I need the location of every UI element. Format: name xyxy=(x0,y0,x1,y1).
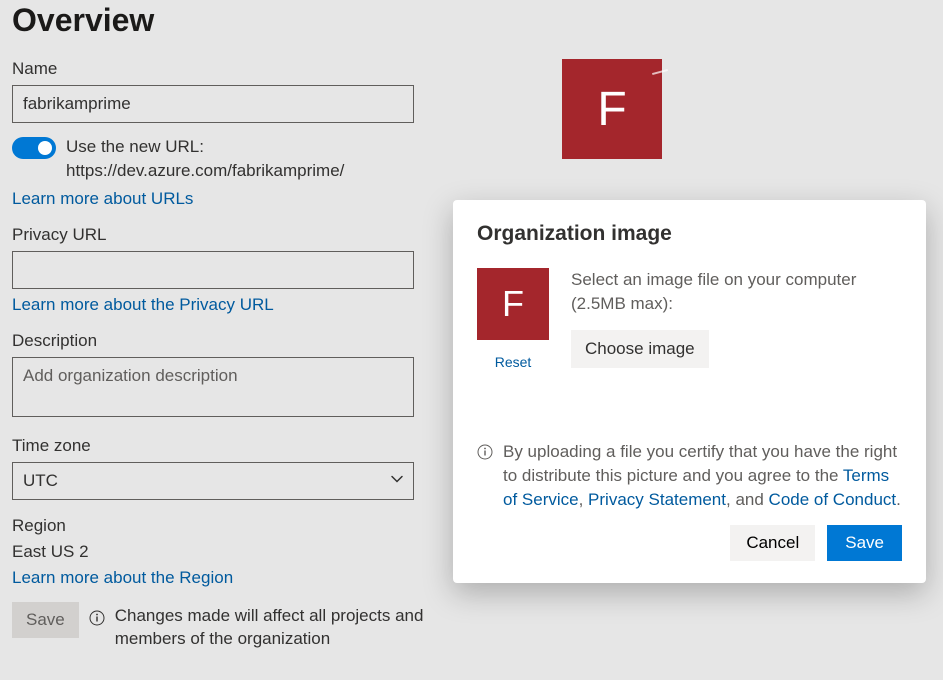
info-icon xyxy=(477,444,493,463)
avatar-flourish xyxy=(652,69,668,75)
dialog-help-text: Select an image file on your computer (2… xyxy=(571,268,902,316)
info-icon xyxy=(89,610,105,629)
timezone-label: Time zone xyxy=(12,436,452,456)
privacy-url-label: Privacy URL xyxy=(12,225,452,245)
organization-image-dialog: Organization image F Reset Select an ima… xyxy=(453,200,926,583)
legal-text: By uploading a file you certify that you… xyxy=(503,440,902,511)
dialog-save-button[interactable]: Save xyxy=(827,525,902,561)
code-of-conduct-link[interactable]: Code of Conduct xyxy=(769,490,897,509)
privacy-statement-link[interactable]: Privacy Statement xyxy=(588,490,726,509)
save-button[interactable]: Save xyxy=(12,602,79,638)
use-new-url-label: Use the new URL: https://dev.azure.com/f… xyxy=(66,135,436,183)
description-input[interactable] xyxy=(12,357,414,417)
use-new-url-toggle[interactable] xyxy=(12,137,56,159)
cancel-button[interactable]: Cancel xyxy=(730,525,815,561)
learn-more-urls-link[interactable]: Learn more about URLs xyxy=(12,189,193,209)
organization-avatar[interactable]: F xyxy=(562,59,662,159)
dialog-avatar: F xyxy=(477,268,549,340)
page-title: Overview xyxy=(12,2,931,39)
choose-image-button[interactable]: Choose image xyxy=(571,330,709,368)
privacy-url-input[interactable] xyxy=(12,251,414,289)
timezone-select[interactable]: UTC xyxy=(12,462,414,500)
name-label: Name xyxy=(12,59,452,79)
dialog-title: Organization image xyxy=(477,222,902,246)
description-label: Description xyxy=(12,331,452,351)
footer-info-text: Changes made will affect all projects an… xyxy=(115,604,452,652)
reset-link[interactable]: Reset xyxy=(495,354,532,370)
avatar-letter: F xyxy=(597,82,626,137)
region-value: East US 2 xyxy=(12,542,452,562)
dialog-avatar-letter: F xyxy=(502,283,524,325)
learn-more-region-link[interactable]: Learn more about the Region xyxy=(12,568,233,588)
region-label: Region xyxy=(12,516,452,536)
name-input[interactable] xyxy=(12,85,414,123)
learn-more-privacy-url-link[interactable]: Learn more about the Privacy URL xyxy=(12,295,274,315)
